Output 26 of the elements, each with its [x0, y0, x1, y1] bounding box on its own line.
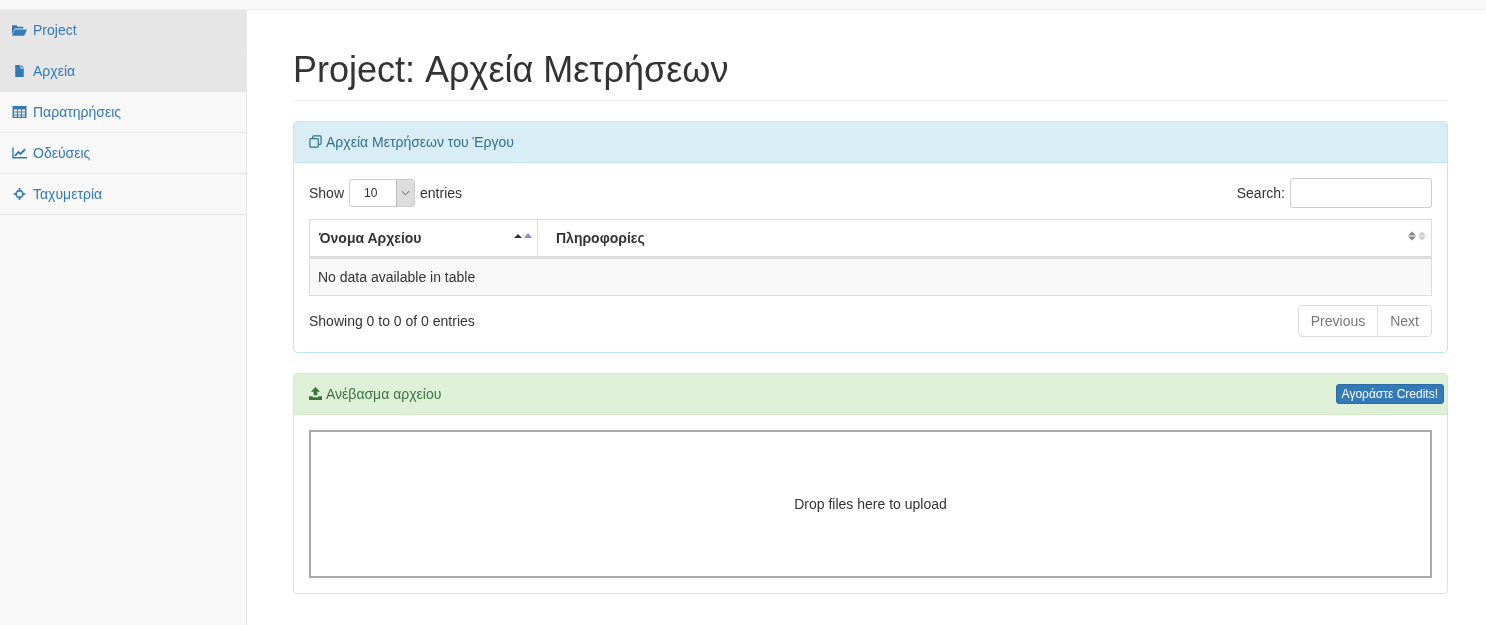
page-title: Project: Αρχεία Μετρήσεων	[293, 50, 1448, 101]
crosshair-icon	[12, 188, 27, 200]
show-label: Show	[309, 184, 345, 201]
sidebar-item[interactable]: Project	[0, 10, 246, 51]
empty-table-message: No data available in table	[309, 257, 1432, 296]
sidebar-item[interactable]: Αρχεία	[0, 51, 246, 92]
table-info: Showing 0 to 0 of 0 entries	[309, 312, 475, 329]
sidebar-item[interactable]: Ταχυμετρία	[0, 174, 246, 215]
file-icon	[12, 65, 27, 77]
sidebar-item[interactable]: Οδεύσεις	[0, 133, 246, 174]
upload-icon	[309, 387, 322, 401]
panel-title: Ανέβασμα αρχείου	[326, 385, 442, 402]
caret-icon	[396, 179, 415, 206]
copy-icon	[309, 135, 322, 149]
dropzone-message: Drop files here to upload	[794, 495, 947, 512]
dropzone[interactable]: Drop files here to upload	[309, 429, 1432, 578]
line-chart-icon	[12, 147, 27, 159]
page-size-select[interactable]: 10	[349, 178, 416, 207]
entries-label: entries	[420, 184, 463, 201]
search-label: Search:	[1236, 184, 1285, 201]
sidebar-item[interactable]: Παρατηρήσεις	[0, 92, 246, 133]
panel-title: Αρχεία Μετρήσεων του Έργου	[326, 133, 514, 150]
folder-icon	[12, 24, 27, 36]
buy-credits-button[interactable]: Αγοράστε Credits!	[1335, 383, 1444, 404]
table-icon	[12, 106, 27, 118]
search-field[interactable]	[1290, 177, 1432, 208]
